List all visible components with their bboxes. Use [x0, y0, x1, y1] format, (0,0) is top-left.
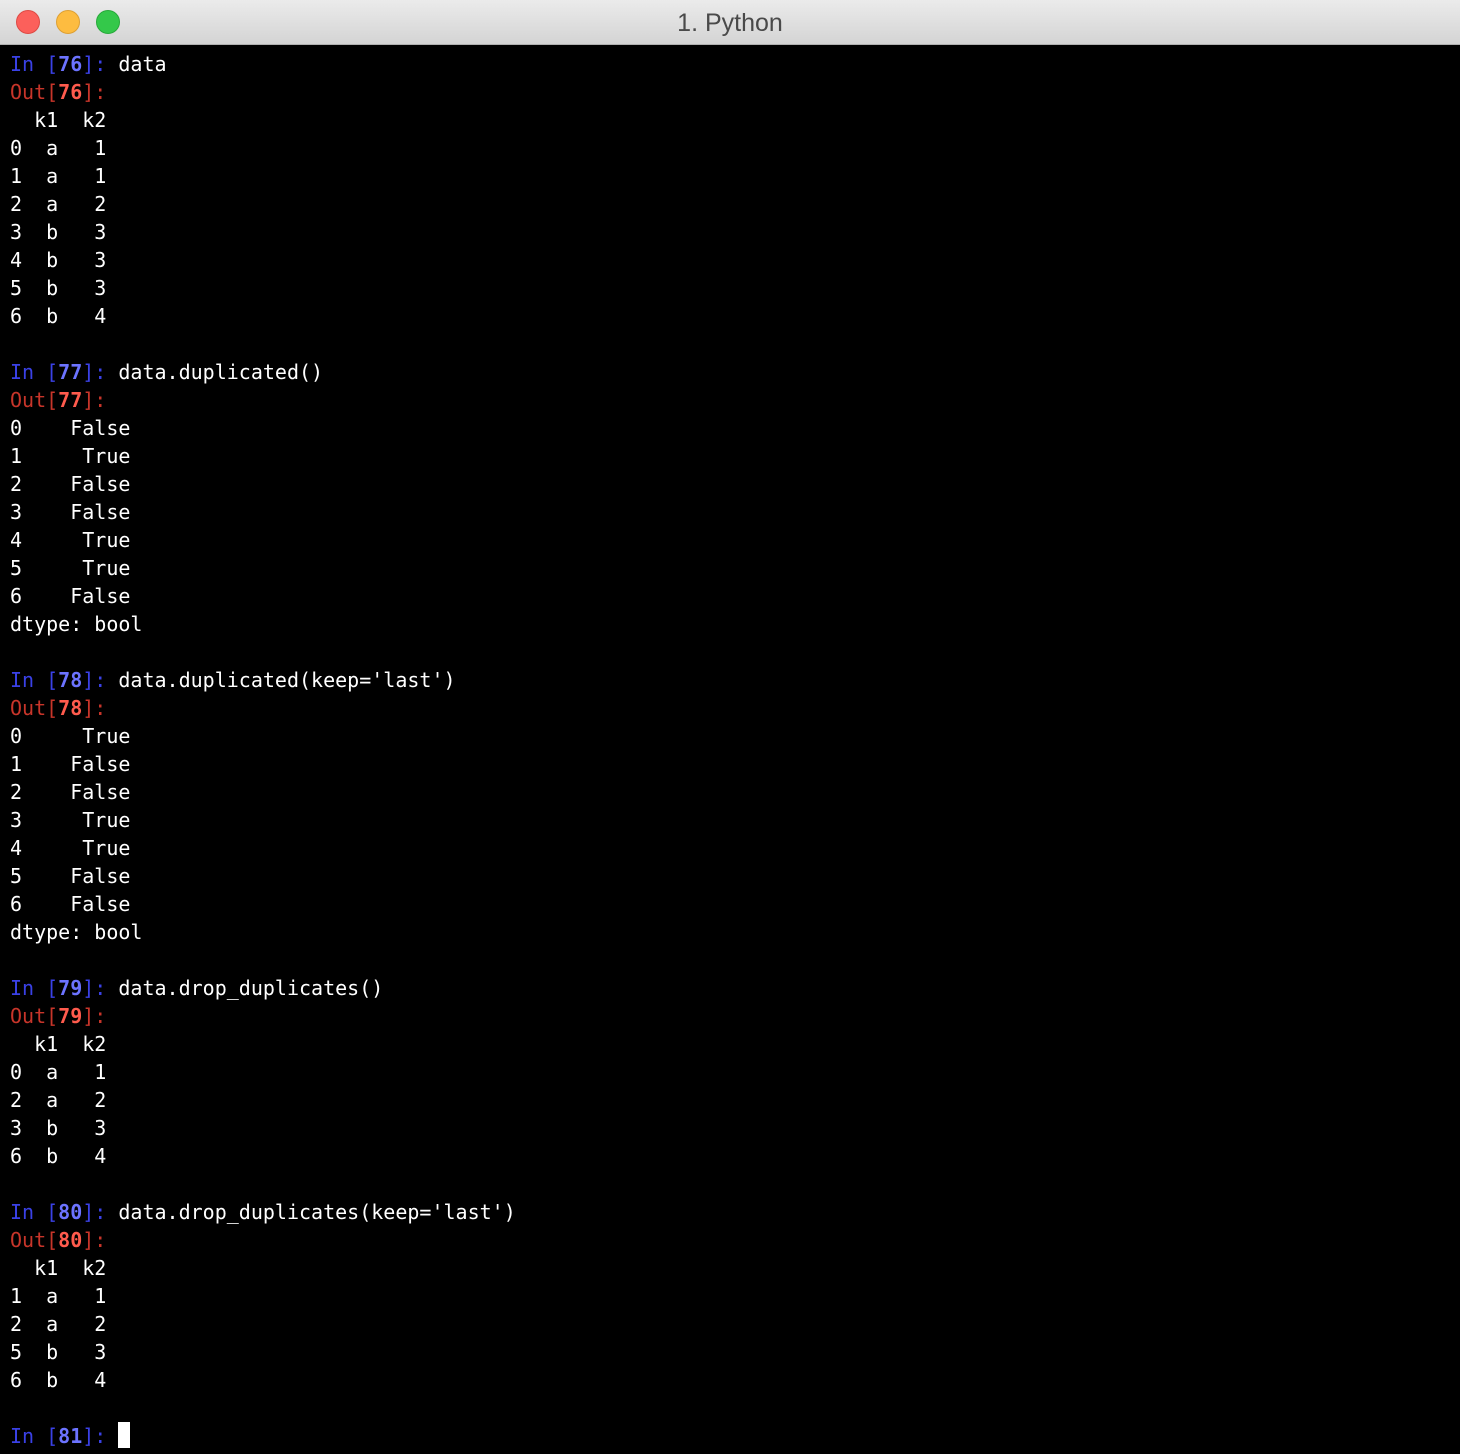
in-prompt-label: In [ [10, 976, 59, 1000]
out-prompt-number: 78 [58, 696, 83, 720]
in-prompt-close: ]: [82, 1424, 119, 1448]
text-cursor [118, 1422, 131, 1448]
in-prompt-close: ]: [82, 976, 119, 1000]
output-prompt-line: Out[78]: [10, 694, 1450, 722]
in-prompt-number: 80 [58, 1200, 83, 1224]
output-line: 4 True [10, 836, 131, 860]
output-line: 3 b 3 [10, 1116, 107, 1140]
output-line: 1 False [10, 752, 131, 776]
out-prompt-label: Out[ [10, 80, 59, 104]
output-line: 1 True [10, 444, 131, 468]
output-line: 5 False [10, 864, 131, 888]
output-line: 5 True [10, 556, 131, 580]
out-prompt-number: 77 [58, 388, 83, 412]
in-prompt-label: In [ [10, 1200, 59, 1224]
out-prompt-close: ]: [82, 1004, 107, 1028]
output-line: 6 False [10, 892, 131, 916]
input-line: In [77]: data.duplicated() [10, 358, 1450, 386]
notebook-cell: In [80]: data.drop_duplicates(keep='last… [10, 1198, 1450, 1422]
notebook-cell: In [76]: data Out[76]: k1 k2 0 a 11 a 12 a… [10, 50, 1450, 358]
out-prompt-label: Out[ [10, 388, 59, 412]
notebook-cell: In [79]: data.drop_duplicates() Out[79]: … [10, 974, 1450, 1198]
output-line: k1 k2 [10, 1256, 107, 1280]
output-prompt-line: Out[77]: [10, 386, 1450, 414]
input-line: In [78]: data.duplicated(keep='last') [10, 666, 1450, 694]
input-line: In [79]: data.drop_duplicates() [10, 974, 1450, 1002]
output-line: 2 a 2 [10, 1088, 107, 1112]
output-line: 3 True [10, 808, 131, 832]
output-line: 0 a 1 [10, 136, 107, 160]
output-line: 1 a 1 [10, 164, 107, 188]
output-line: 3 b 3 [10, 220, 107, 244]
in-prompt-label: In [ [10, 52, 59, 76]
command-text: data.duplicated() [118, 360, 324, 384]
out-prompt-number: 79 [58, 1004, 83, 1028]
command-text: data.drop_duplicates(keep='last') [118, 1200, 516, 1224]
output-line: 3 False [10, 500, 131, 524]
output-line: 2 a 2 [10, 192, 107, 216]
output-line: k1 k2 [10, 1032, 107, 1056]
in-prompt-number: 79 [58, 976, 83, 1000]
command-text: data [118, 52, 167, 76]
in-prompt-close: ]: [82, 52, 119, 76]
title-bar[interactable]: 1. Python [0, 0, 1460, 45]
in-prompt-close: ]: [82, 668, 119, 692]
out-prompt-close: ]: [82, 696, 107, 720]
out-prompt-close: ]: [82, 80, 107, 104]
command-text: data.duplicated(keep='last') [118, 668, 456, 692]
in-prompt-close: ]: [82, 1200, 119, 1224]
output-line: 2 a 2 [10, 1312, 107, 1336]
input-line: In [76]: data [10, 50, 1450, 78]
in-prompt-number: 77 [58, 360, 83, 384]
output-line: 5 b 3 [10, 1340, 107, 1364]
out-prompt-label: Out[ [10, 696, 59, 720]
output-line: 5 b 3 [10, 276, 107, 300]
notebook-cell: In [78]: data.duplicated(keep='last') Out… [10, 666, 1450, 974]
in-prompt-label: In [ [10, 668, 59, 692]
output-line: 6 b 4 [10, 1368, 107, 1392]
command-text: data.drop_duplicates() [118, 976, 384, 1000]
notebook-cell: In [77]: data.duplicated() Out[77]: 0 Fals… [10, 358, 1450, 666]
output-prompt-line: Out[76]: [10, 78, 1450, 106]
in-prompt-number: 78 [58, 668, 83, 692]
output-line: 0 a 1 [10, 1060, 107, 1084]
input-line: In [80]: data.drop_duplicates(keep='last… [10, 1198, 1450, 1226]
output-line: 4 True [10, 528, 131, 552]
out-prompt-number: 76 [58, 80, 83, 104]
active-input-line[interactable]: In [81]: [10, 1422, 1450, 1450]
window-title: 1. Python [677, 9, 783, 37]
out-prompt-close: ]: [82, 388, 107, 412]
output-line: dtype: bool [10, 612, 143, 636]
terminal-window: 1. Python In [76]: data Out[76]: k1 k2 0 a… [0, 0, 1460, 1454]
in-prompt-label: In [ [10, 360, 59, 384]
in-prompt-label: In [ [10, 1424, 59, 1448]
terminal-output[interactable]: In [76]: data Out[76]: k1 k2 0 a 11 a 12 a… [10, 50, 1450, 1450]
out-prompt-label: Out[ [10, 1004, 59, 1028]
output-line: k1 k2 [10, 108, 107, 132]
output-line: 6 b 4 [10, 1144, 107, 1168]
output-line: 4 b 3 [10, 248, 107, 272]
output-line: 2 False [10, 780, 131, 804]
output-line: dtype: bool [10, 920, 143, 944]
in-prompt-number: 81 [58, 1424, 83, 1448]
out-prompt-number: 80 [58, 1228, 83, 1252]
in-prompt-number: 76 [58, 52, 83, 76]
out-prompt-label: Out[ [10, 1228, 59, 1252]
output-line: 6 b 4 [10, 304, 107, 328]
in-prompt-close: ]: [82, 360, 119, 384]
output-prompt-line: Out[80]: [10, 1226, 1450, 1254]
output-line: 0 False [10, 416, 131, 440]
output-line: 0 True [10, 724, 131, 748]
output-line: 2 False [10, 472, 131, 496]
output-line: 6 False [10, 584, 131, 608]
out-prompt-close: ]: [82, 1228, 107, 1252]
output-line: 1 a 1 [10, 1284, 107, 1308]
output-prompt-line: Out[79]: [10, 1002, 1450, 1030]
